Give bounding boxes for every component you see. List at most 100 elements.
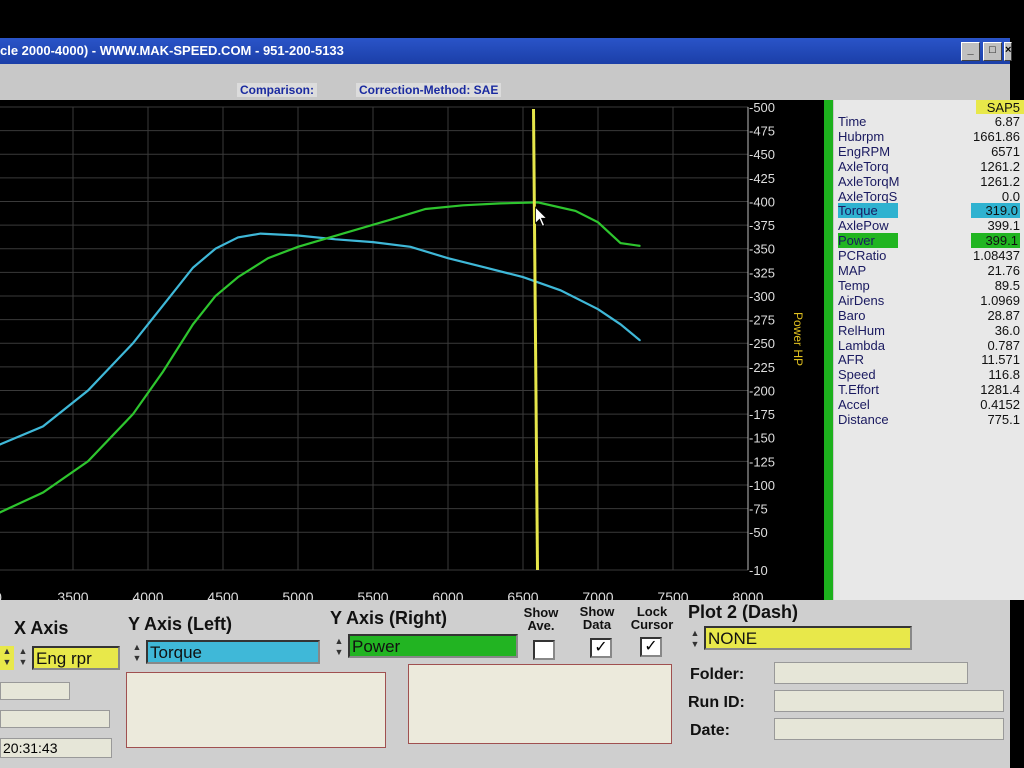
readout-row-baro: Baro 28.87 [838, 308, 1020, 323]
data-point-power [462, 204, 464, 207]
readout-row-airdens: AirDens 1.0969 [838, 293, 1020, 308]
readout-value: 775.1 [987, 412, 1020, 427]
data-point-torque [484, 266, 487, 269]
data-point-power [639, 245, 641, 247]
y-tick-label: -150 [749, 431, 775, 446]
data-point-torque [639, 339, 641, 342]
lock-cursor-label: Lock Cursor [630, 604, 674, 632]
y-tick-label: -425 [749, 171, 775, 186]
maximize-button[interactable]: □ [983, 42, 1002, 61]
y-tick-label: -350 [749, 242, 775, 257]
folder-field[interactable] [774, 662, 968, 684]
readout-value: 1.0969 [980, 292, 1020, 308]
date-label: Date: [690, 722, 731, 739]
readout-value: 1261.2 [980, 158, 1020, 174]
readout-label: Torque [838, 203, 898, 219]
y-left-spin-icon[interactable]: ▲ ▼ [130, 642, 144, 666]
data-point-power [267, 257, 269, 259]
y-tick-label: -250 [749, 336, 775, 351]
sap-label: SAP5 [976, 100, 1024, 115]
minimize-button[interactable]: _ [961, 42, 980, 61]
readout-row-accel: Accel 0.4152 [838, 397, 1020, 412]
info-field-2[interactable] [0, 710, 110, 728]
data-point-torque [522, 276, 524, 278]
data-point-torque [559, 289, 562, 292]
x-tick-label: 5000 [282, 589, 313, 600]
show-ave-checkbox[interactable] [533, 640, 555, 660]
x-axis-label: X Axis [14, 618, 69, 638]
data-point-power [42, 491, 44, 494]
data-point-power [132, 413, 134, 415]
readout-row-distance: Distance 775.1 [838, 412, 1020, 427]
notes-box-left[interactable] [126, 672, 386, 748]
readout-value: 11.571 [981, 352, 1020, 368]
run-id-field[interactable] [774, 690, 1004, 712]
data-point-torque [237, 236, 239, 239]
info-field-1[interactable] [0, 682, 70, 700]
y-tick-label: -200 [749, 383, 775, 398]
readout-label: MAP [838, 263, 867, 278]
readout-row-temp: Temp 89.5 [838, 278, 1020, 293]
x-axis-spin-icon[interactable]: ▲ ▼ [16, 646, 30, 670]
panel-divider [824, 100, 833, 600]
readout-label: Temp [838, 277, 870, 293]
readout-row-axlepow: AxlePow 399.1 [838, 218, 1020, 233]
y-axis-right-label: Y Axis (Right) [330, 608, 448, 628]
mouse-pointer-icon [535, 206, 548, 227]
data-point-torque [372, 241, 374, 243]
readout-value: 399.1 [987, 218, 1020, 234]
readout-row-engrpm: EngRPM 6571 [838, 144, 1020, 159]
y-tick-label: -275 [749, 313, 775, 328]
readout-row-speed: Speed 116.8 [838, 367, 1020, 382]
dyno-plot[interactable]: -500 -475 -450 -425 -400 -375 -350 -325 -300 -275… [0, 100, 826, 600]
y-axis-right-select[interactable]: Power [348, 634, 518, 658]
readout-value: 89.5 [994, 277, 1020, 293]
data-point-torque [259, 232, 262, 235]
readout-value: 1261.2 [980, 173, 1020, 189]
readout-value: 6.87 [994, 114, 1020, 129]
lock-cursor-checkbox[interactable]: ✓ [640, 637, 662, 657]
y-tick-label: -175 [749, 407, 775, 422]
readout-label: Power [838, 233, 898, 249]
data-point-torque [87, 389, 89, 392]
readout-value: 116.8 [988, 367, 1020, 383]
data-point-power [237, 276, 239, 278]
subheader-bar [0, 82, 1010, 100]
date-field[interactable] [774, 718, 1004, 740]
y-tick-label: -500 [749, 100, 775, 115]
readout-label: Accel [838, 397, 870, 413]
readout-row-power: Power 399.1 [838, 233, 1020, 249]
y-tick-label: -125 [749, 454, 775, 469]
y-tick-label: -325 [749, 265, 775, 280]
readout-row-axletorqm: AxleTorqM 1261.2 [838, 174, 1020, 189]
readout-value: 319.0 [971, 203, 1020, 219]
data-point-torque [447, 257, 449, 259]
data-point-power [297, 246, 299, 248]
data-point-torque [334, 238, 337, 241]
x-axis-spinner[interactable]: ▲ ▼ [0, 646, 14, 670]
readout-label: Baro [838, 307, 866, 323]
data-point-power [162, 370, 164, 373]
y-right-spin-icon[interactable]: ▲ ▼ [332, 636, 346, 660]
dyno-chart[interactable]: -500-475-450-425-400-375-350-325-300-275… [0, 100, 826, 600]
correction-method-label[interactable]: Correction-Method: SAE [356, 83, 502, 97]
window-title-bar: cle 2000-4000) - WWW.MAK-SPEED.COM - 951… [0, 38, 1010, 64]
y-tick-label: -400 [749, 194, 775, 209]
plot2-spin-icon[interactable]: ▲ ▼ [688, 628, 702, 652]
comparison-label[interactable]: Comparison: [237, 83, 318, 97]
y-tick-label: -100 [749, 478, 775, 493]
y-axis-left-select[interactable]: Torque [146, 640, 320, 664]
data-point-torque [162, 304, 164, 307]
readout-label: AxleTorqS [838, 188, 898, 204]
time-field[interactable]: 20:31:43 [0, 738, 112, 758]
plot2-select[interactable]: NONE [704, 626, 912, 650]
show-data-checkbox[interactable]: ✓ [590, 638, 612, 658]
readout-row-afr: AFR 11.571 [838, 352, 1020, 367]
run-id-label: Run ID: [688, 694, 745, 711]
close-button[interactable]: × [1004, 42, 1012, 61]
x-tick-label: 6000 [432, 589, 463, 600]
readout-label: AFR [838, 352, 864, 368]
x-axis-select[interactable]: Eng rpr [32, 646, 120, 670]
notes-box-right[interactable] [408, 664, 672, 744]
readout-label: Hubrpm [838, 128, 885, 144]
